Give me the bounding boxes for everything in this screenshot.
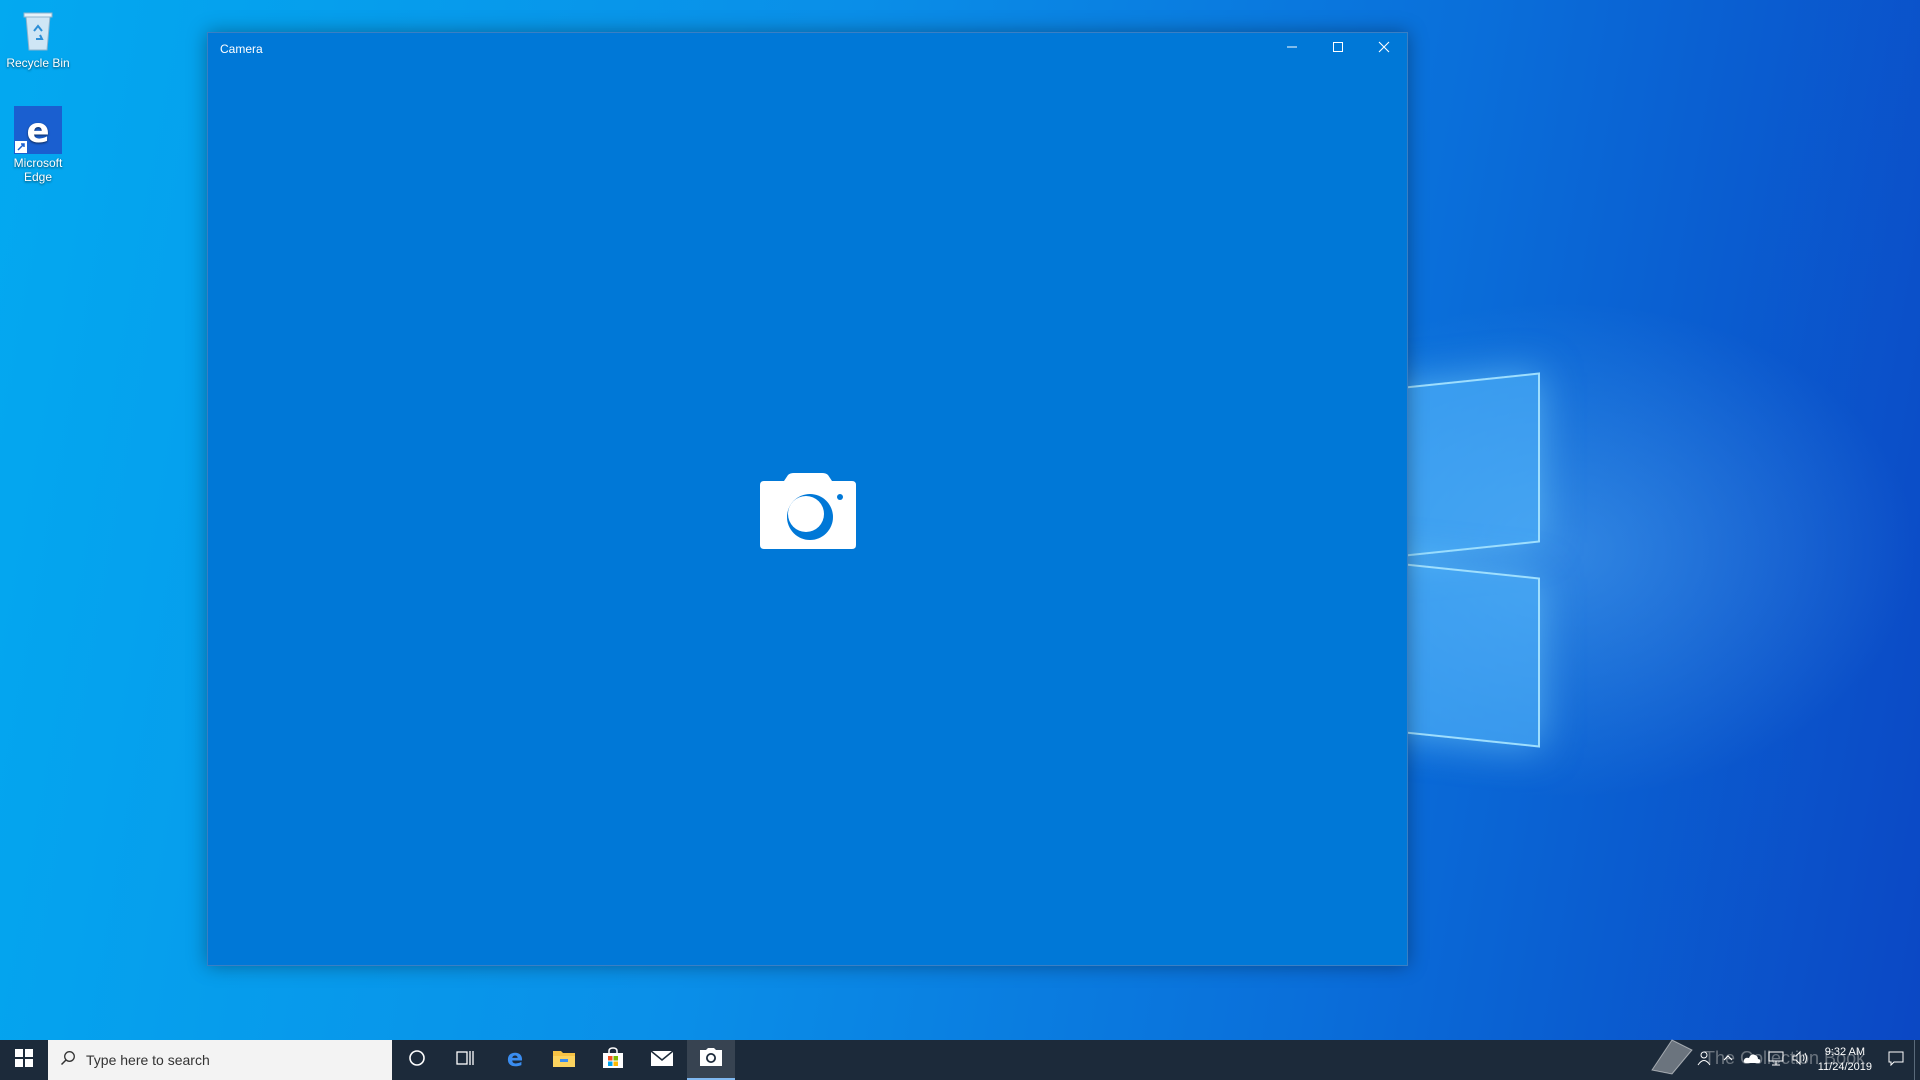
maximize-button[interactable] — [1315, 33, 1361, 65]
desktop-icon-label: Recycle Bin — [6, 56, 70, 70]
mail-icon — [650, 1049, 674, 1072]
window-title: Camera — [220, 42, 263, 56]
desktop-icon-recycle-bin[interactable]: Recycle Bin — [0, 6, 76, 70]
close-button[interactable] — [1361, 33, 1407, 65]
maximize-icon — [1332, 40, 1344, 58]
search-placeholder: Type here to search — [86, 1052, 210, 1068]
camera-window[interactable]: Camera — [207, 32, 1408, 966]
taskbar-store-button[interactable] — [589, 1040, 637, 1080]
close-icon — [1378, 40, 1390, 58]
svg-text:e: e — [507, 1046, 523, 1070]
watermark-text: The Collection Book — [1704, 1047, 1866, 1068]
watermark: The Collection Book — [1648, 1038, 1898, 1078]
taskbar-mail-button[interactable] — [638, 1040, 686, 1080]
desktop-icon-label: Microsoft Edge — [13, 156, 63, 184]
camera-icon — [760, 473, 856, 549]
edge-icon: e — [503, 1044, 527, 1075]
task-view-button[interactable] — [442, 1040, 490, 1080]
title-bar[interactable]: Camera — [208, 33, 1407, 65]
store-icon — [602, 1046, 624, 1074]
search-icon — [60, 1050, 76, 1071]
search-box[interactable]: Type here to search — [48, 1040, 392, 1080]
cortana-icon — [408, 1049, 426, 1072]
minimize-icon — [1286, 40, 1298, 58]
taskbar-edge-button[interactable]: e — [491, 1040, 539, 1080]
start-button[interactable] — [0, 1040, 48, 1080]
show-desktop-button[interactable] — [1914, 1040, 1920, 1080]
svg-text:e: e — [26, 111, 49, 151]
minimize-button[interactable] — [1269, 33, 1315, 65]
edge-icon: e — [14, 106, 62, 154]
cortana-button[interactable] — [393, 1040, 441, 1080]
book-icon — [1648, 1036, 1696, 1080]
taskbar: Type here to search e 9:32 AM 11/24/2019 — [0, 1040, 1920, 1080]
windows-logo-icon — [15, 1048, 33, 1072]
taskbar-camera-button[interactable] — [687, 1040, 735, 1080]
desktop-icon-microsoft-edge[interactable]: e Microsoft Edge — [0, 106, 76, 184]
desktop: Recycle Bin e Microsoft Edge Camera Type… — [0, 0, 1920, 1080]
file-explorer-icon — [552, 1048, 576, 1073]
camera-icon — [699, 1047, 723, 1072]
recycle-bin-icon — [14, 6, 62, 54]
task-view-icon — [456, 1049, 476, 1072]
taskbar-file-explorer-button[interactable] — [540, 1040, 588, 1080]
